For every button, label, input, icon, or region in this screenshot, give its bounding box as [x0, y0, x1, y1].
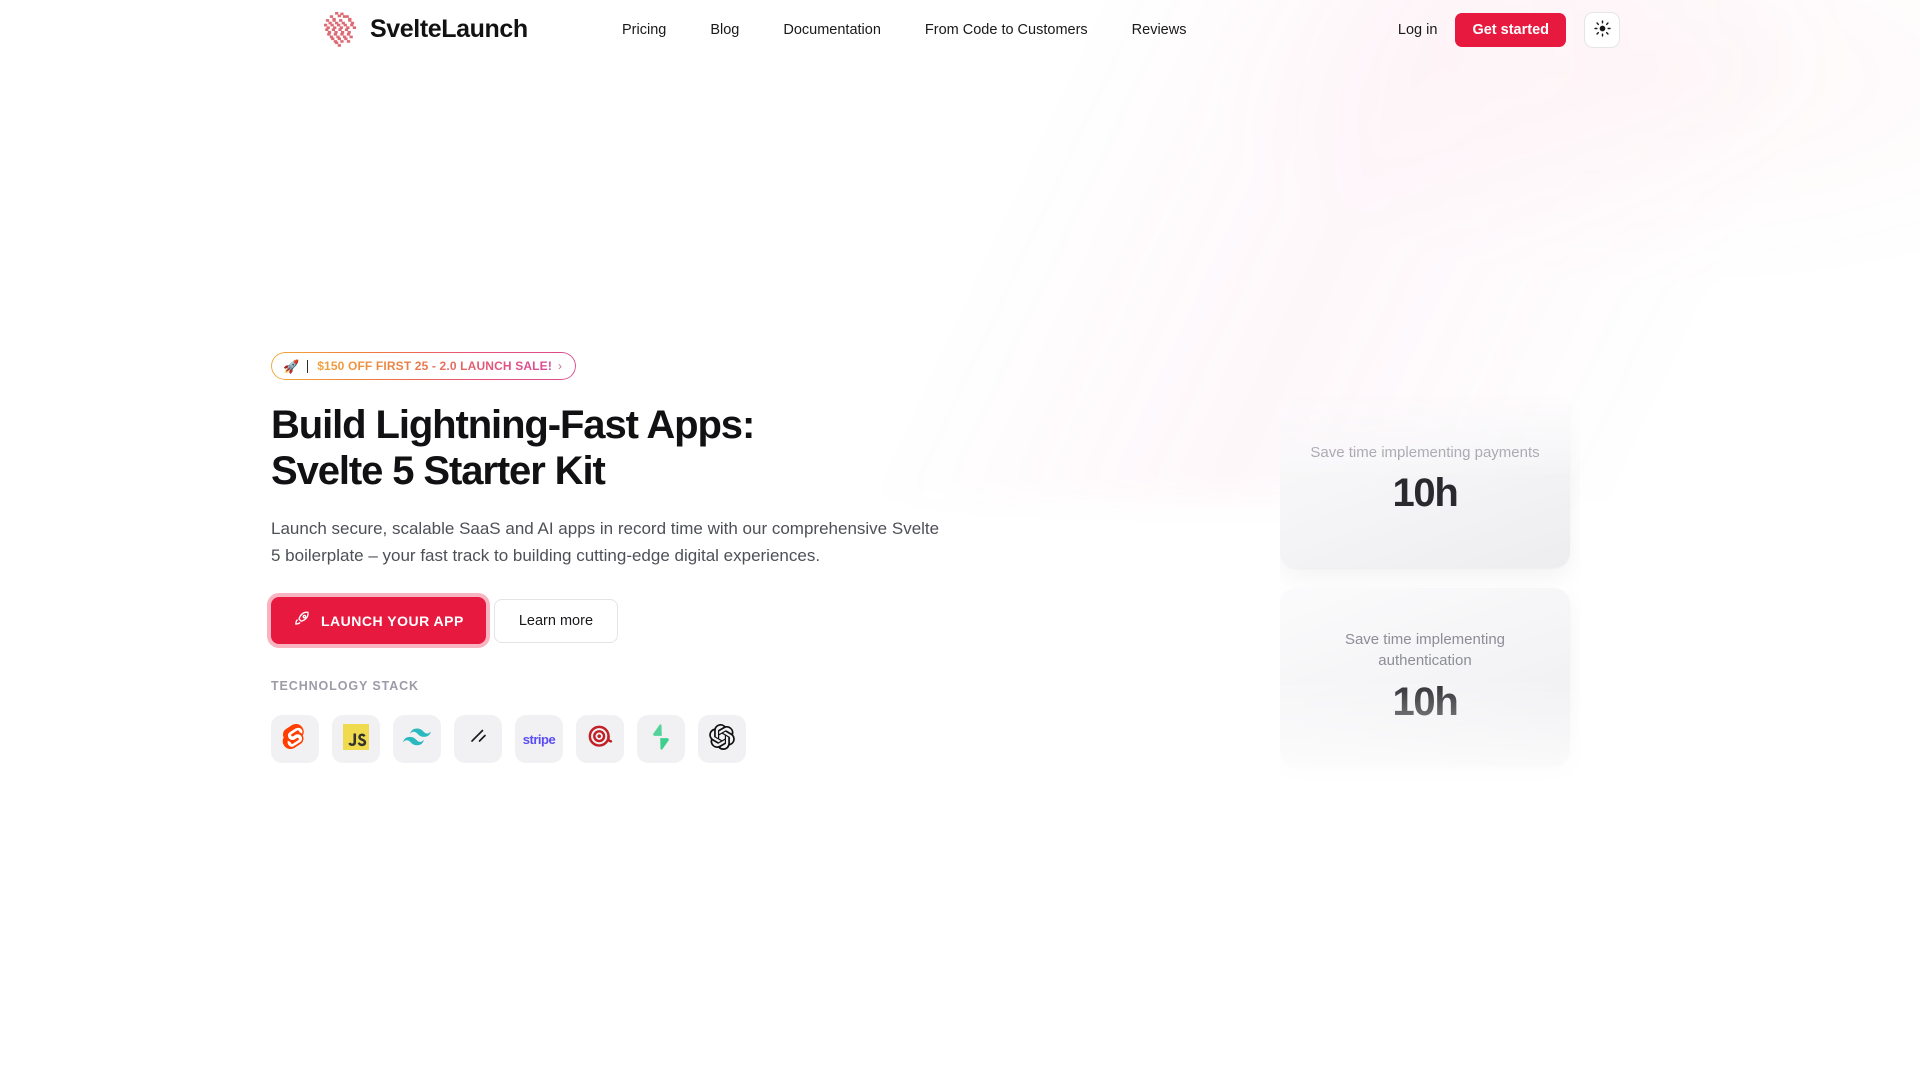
stack-item-stripe[interactable]: stripe	[515, 715, 563, 764]
theme-toggle-button[interactable]	[1584, 12, 1620, 48]
svelte-icon	[282, 723, 308, 755]
announcement-divider	[307, 359, 309, 373]
stat-card-caption: Save time implementing payments	[1310, 443, 1540, 461]
chevron-right-icon: ›	[557, 359, 562, 373]
launch-your-app-button[interactable]: LAUNCH YOUR APP	[271, 597, 486, 645]
javascript-icon	[343, 723, 369, 755]
announcement-text: $150 OFF FIRST 25 - 2.0 LAUNCH SALE!	[317, 359, 552, 373]
stack-item-supabase[interactable]	[637, 715, 685, 764]
hero-content: 🚀 $150 OFF FIRST 25 - 2.0 LAUNCH SALE! ›…	[271, 352, 971, 764]
hero-cta-group: LAUNCH YOUR APP Learn more	[271, 597, 971, 645]
openai-icon	[709, 723, 735, 755]
sveltelaunch-logo-icon	[318, 8, 360, 50]
stack-item-tailwindcss[interactable]	[393, 715, 441, 764]
stat-cards-carousel: Save time implementing payments 10h Save…	[1280, 390, 1580, 790]
stat-card-value: 10h	[1392, 679, 1458, 724]
nav-item-blog[interactable]: Blog	[688, 0, 761, 60]
stripe-icon: stripe	[522, 731, 556, 747]
rocket-emoji-icon: 🚀	[283, 358, 300, 374]
stack-item-openai[interactable]	[698, 715, 746, 764]
page-title: Build Lightning-Fast Apps: Svelte 5 Star…	[271, 403, 755, 494]
supabase-icon	[649, 724, 673, 755]
stack-item-mailgun[interactable]	[576, 715, 624, 764]
learn-more-button[interactable]: Learn more	[493, 598, 619, 643]
stack-item-shadcn[interactable]	[454, 715, 502, 764]
brand-name: SvelteLaunch	[370, 14, 528, 43]
stat-card-value: 10h	[1392, 471, 1458, 516]
site-header: SvelteLaunch Pricing Blog Documentation …	[0, 0, 1920, 60]
stack-item-javascript[interactable]	[332, 715, 380, 764]
login-link[interactable]: Log in	[1398, 22, 1438, 38]
landing-page: SvelteLaunch Pricing Blog Documentation …	[0, 0, 1920, 1080]
technology-stack-label: TECHNOLOGY STACK	[271, 679, 419, 694]
technology-stack-list: stripe	[271, 715, 971, 764]
nav-item-reviews[interactable]: Reviews	[1110, 0, 1209, 60]
mailgun-icon	[587, 724, 613, 755]
shadcn-icon	[466, 725, 490, 754]
stat-card-payments: Save time implementing payments 10h	[1280, 390, 1570, 568]
stack-item-svelte[interactable]	[271, 715, 319, 764]
hero-subtitle: Launch secure, scalable SaaS and AI apps…	[271, 518, 940, 566]
brand-logo-link[interactable]: SvelteLaunch	[318, 8, 528, 50]
primary-nav: Pricing Blog Documentation From Code to …	[600, 0, 1208, 60]
launch-button-label: LAUNCH YOUR APP	[321, 612, 464, 629]
nav-item-from-code-to-customers[interactable]: From Code to Customers	[903, 0, 1110, 60]
nav-item-pricing[interactable]: Pricing	[600, 0, 688, 60]
sun-icon	[1593, 20, 1611, 40]
hero-section: 🚀 $150 OFF FIRST 25 - 2.0 LAUNCH SALE! ›…	[0, 0, 1920, 1080]
tailwindcss-icon	[403, 723, 431, 756]
announcement-banner[interactable]: 🚀 $150 OFF FIRST 25 - 2.0 LAUNCH SALE! ›	[271, 352, 576, 380]
stat-card-caption: Save time implementing authentication	[1344, 631, 1506, 669]
header-actions: Log in Get started	[1398, 0, 1620, 60]
nav-item-documentation[interactable]: Documentation	[761, 0, 903, 60]
get-started-button[interactable]: Get started	[1455, 13, 1566, 47]
stat-card-authentication: Save time implementing authentication 10…	[1280, 588, 1570, 766]
rocket-icon	[293, 610, 311, 631]
